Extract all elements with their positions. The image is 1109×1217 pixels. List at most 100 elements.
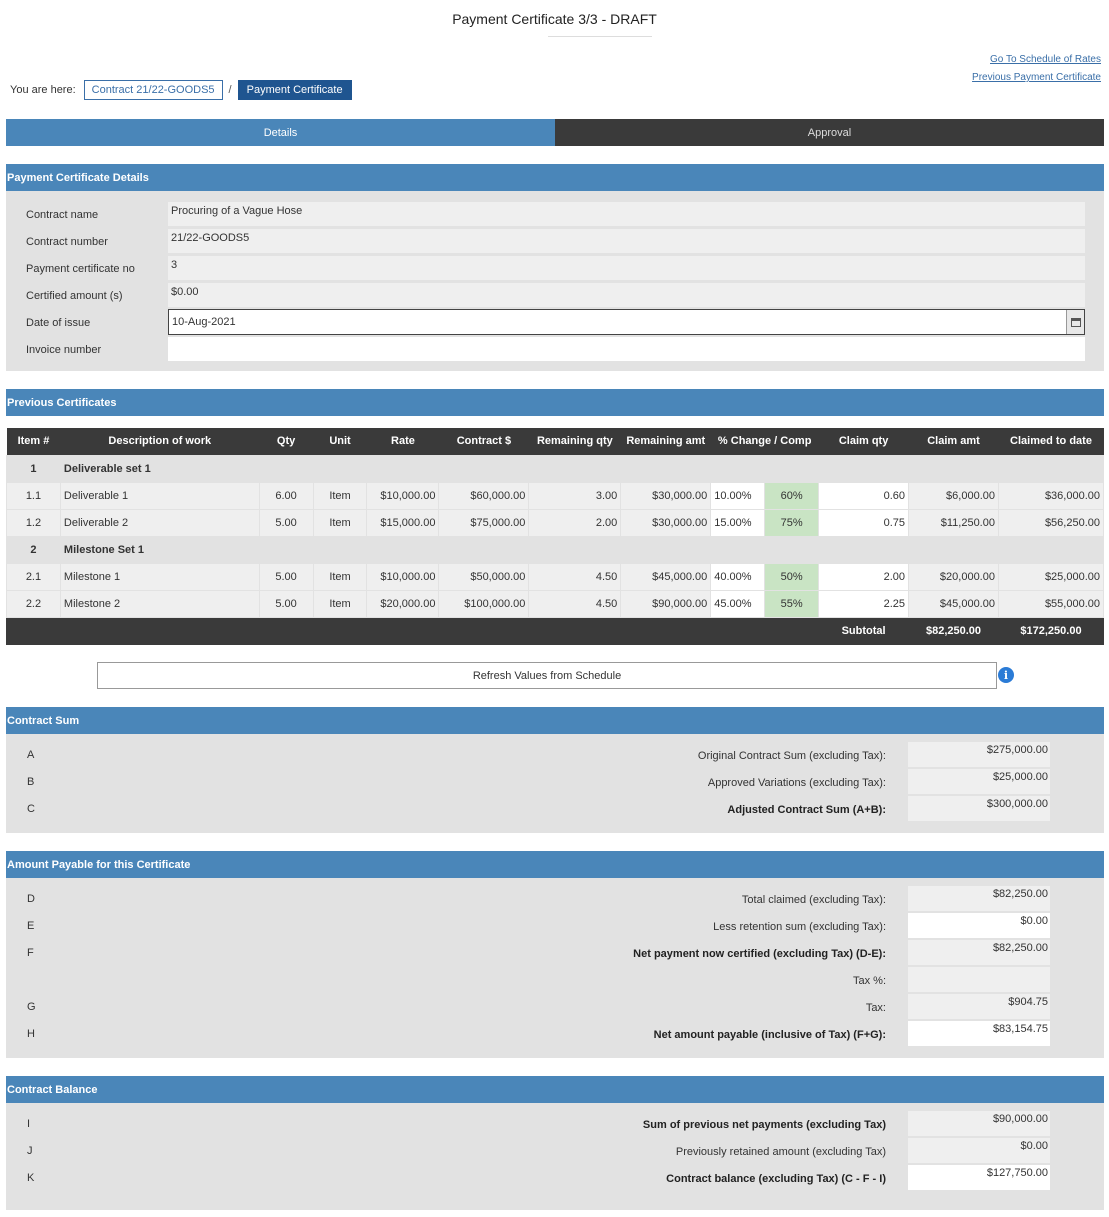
row-letter: C — [27, 803, 35, 815]
page-title: Payment Certificate 3/3 - DRAFT — [452, 11, 657, 27]
row-label: Net amount payable (inclusive of Tax) (F… — [653, 1029, 886, 1041]
row-letter: G — [27, 1001, 36, 1013]
row-letter: D — [27, 893, 35, 905]
breadcrumb-contract-link[interactable]: Contract 21/22-GOODS5 — [83, 80, 223, 100]
payable-row-e: E Less retention sum (excluding Tax): $0… — [6, 912, 1104, 939]
col-description: Description of work — [60, 428, 260, 455]
payable-row-tax-pct: Tax %: — [6, 966, 1104, 993]
claim-qty-input[interactable]: 0.60 — [818, 481, 910, 510]
info-icon[interactable]: i — [998, 667, 1014, 683]
item-desc: Deliverable 2 — [59, 508, 260, 537]
calendar-icon[interactable] — [1066, 310, 1084, 334]
col-qty: Qty — [259, 428, 314, 455]
row-label: Approved Variations (excluding Tax): — [707, 777, 886, 789]
col-remaining-amt: Remaining amt — [620, 428, 711, 455]
date-of-issue-field[interactable]: 10-Aug-2021 — [168, 309, 1085, 335]
col-remaining-qty: Remaining qty — [528, 428, 621, 455]
row-letter: H — [27, 1028, 35, 1040]
item-claim-amt: $6,000.00 — [908, 481, 999, 510]
payable-header: Amount Payable for this Certificate — [6, 851, 1104, 878]
row-letter: J — [27, 1145, 33, 1157]
col-claim-qty: Claim qty — [818, 428, 909, 455]
contract-number-row: Contract number 21/22-GOODS5 — [6, 227, 1104, 254]
col-unit: Unit — [313, 428, 367, 455]
tab-bar: Details Approval — [6, 119, 1104, 146]
claim-qty-input[interactable]: 2.25 — [818, 589, 910, 618]
breadcrumb: You are here: Contract 21/22-GOODS5 / Pa… — [10, 80, 352, 100]
item-qty: 5.00 — [258, 589, 314, 618]
row-value: $82,250.00 — [908, 886, 1050, 911]
item-remaining-amt: $30,000.00 — [620, 508, 712, 537]
group-row: 2 Milestone Set 1 — [6, 535, 1105, 564]
item-comp: 75% — [764, 508, 820, 537]
item-claim-amt: $11,250.00 — [908, 508, 999, 537]
item-qty: 5.00 — [258, 562, 314, 591]
item-unit: Item — [312, 481, 368, 510]
tab-approval[interactable]: Approval — [555, 119, 1104, 146]
payable-row-d: D Total claimed (excluding Tax): $82,250… — [6, 885, 1104, 912]
payable-row-h: H Net amount payable (inclusive of Tax) … — [6, 1020, 1104, 1047]
col-claimed-to-date: Claimed to date — [998, 428, 1104, 455]
certified-amount-row: Certified amount (s) $0.00 — [6, 281, 1104, 308]
invoice-number-field[interactable] — [168, 337, 1085, 361]
item-to-date: $56,250.00 — [997, 508, 1105, 537]
items-table: Item # Description of work Qty Unit Rate… — [5, 428, 1105, 645]
table-header-row: Item # Description of work Qty Unit Rate… — [6, 428, 1104, 455]
contract-number-value: 21/22-GOODS5 — [168, 229, 1085, 253]
details-panel: Contract name Procuring of a Vague Hose … — [6, 191, 1104, 371]
balance-panel: I Sum of previous net payments (excludin… — [6, 1103, 1104, 1210]
group-num: 1 — [6, 454, 61, 483]
item-to-date: $36,000.00 — [997, 481, 1105, 510]
row-value: $90,000.00 — [908, 1111, 1050, 1136]
retention-input[interactable]: $0.00 — [908, 913, 1050, 938]
date-of-issue-row: Date of issue 10-Aug-2021 — [6, 308, 1104, 335]
table-row: 1.1 Deliverable 1 6.00 Item $10,000.00 $… — [6, 481, 1105, 510]
certified-amount-value: $0.00 — [168, 283, 1085, 307]
contract-name-label: Contract name — [26, 209, 99, 221]
previous-section-header: Previous Certificates — [6, 389, 1104, 416]
refresh-values-button[interactable]: Refresh Values from Schedule — [97, 662, 997, 689]
item-desc: Milestone 2 — [59, 589, 260, 618]
item-contract: $50,000.00 — [438, 562, 530, 591]
item-claim-amt: $20,000.00 — [908, 562, 999, 591]
tab-details[interactable]: Details — [6, 119, 555, 146]
subtotal-claimed-to-date: $172,250.00 — [997, 616, 1105, 645]
item-unit: Item — [312, 508, 368, 537]
row-value: $0.00 — [908, 1138, 1050, 1163]
previous-certificate-link[interactable]: Previous Payment Certificate — [972, 69, 1101, 87]
row-label: Net payment now certified (excluding Tax… — [633, 948, 886, 960]
item-rate: $10,000.00 — [366, 481, 440, 510]
item-num: 2.2 — [6, 589, 61, 618]
row-label: Less retention sum (excluding Tax): — [713, 921, 886, 933]
item-unit: Item — [312, 589, 368, 618]
balance-header: Contract Balance — [6, 1076, 1104, 1103]
schedule-of-rates-link[interactable]: Go To Schedule of Rates — [972, 51, 1101, 69]
breadcrumb-current[interactable]: Payment Certificate — [237, 80, 352, 100]
claim-qty-input[interactable]: 2.00 — [818, 562, 910, 591]
claim-qty-input[interactable]: 0.75 — [818, 508, 910, 537]
item-rate: $10,000.00 — [366, 562, 440, 591]
item-change: 15.00% — [710, 508, 766, 537]
item-claim-amt: $45,000.00 — [908, 589, 999, 618]
item-remaining-amt: $90,000.00 — [620, 589, 712, 618]
row-value: $127,750.00 — [908, 1165, 1050, 1190]
group-num: 2 — [6, 535, 61, 564]
row-label: Previously retained amount (excluding Ta… — [675, 1146, 886, 1158]
row-label: Sum of previous net payments (excluding … — [642, 1119, 886, 1131]
item-contract: $60,000.00 — [438, 481, 530, 510]
row-label: Tax: — [865, 1002, 886, 1014]
item-remaining-qty: 2.00 — [528, 508, 622, 537]
col-contract: Contract $ — [438, 428, 529, 455]
col-rate: Rate — [366, 428, 439, 455]
item-remaining-amt: $45,000.00 — [620, 562, 712, 591]
certificate-no-value: 3 — [168, 256, 1085, 280]
sum-row-a: A Original Contract Sum (excluding Tax):… — [6, 741, 1104, 768]
sum-row-b: B Approved Variations (excluding Tax): $… — [6, 768, 1104, 795]
item-change: 45.00% — [710, 589, 766, 618]
item-remaining-amt: $30,000.00 — [620, 481, 712, 510]
breadcrumb-label: You are here: — [10, 84, 76, 96]
table-row: 1.2 Deliverable 2 5.00 Item $15,000.00 $… — [6, 508, 1105, 537]
tax-percent-value — [908, 967, 1050, 992]
item-unit: Item — [312, 562, 368, 591]
item-change: 10.00% — [710, 481, 766, 510]
